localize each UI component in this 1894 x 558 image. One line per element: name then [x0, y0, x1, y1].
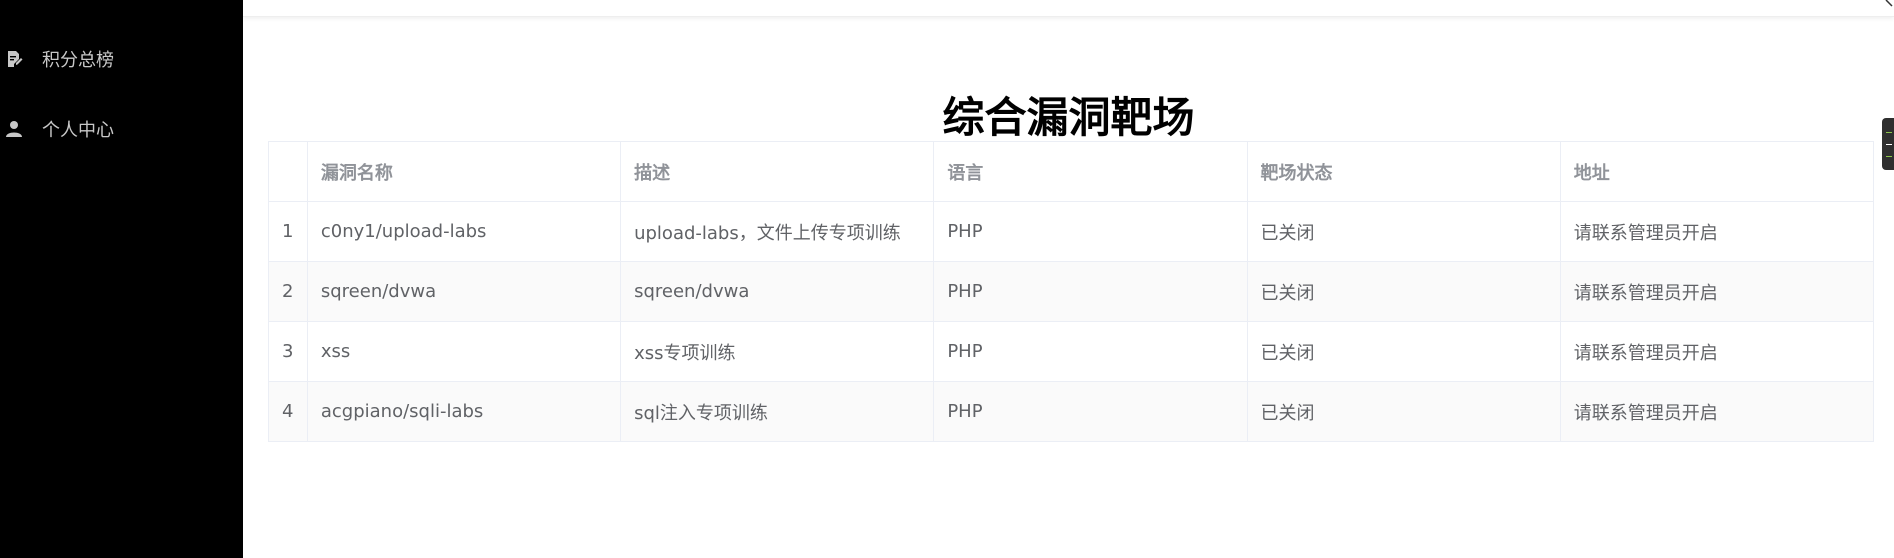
cell-description: sql注入专项训练: [620, 381, 935, 442]
table-row[interactable]: 1 c0ny1/upload-labs upload-labs，文件上传专项训练…: [268, 201, 1875, 262]
sidebar-item-profile[interactable]: 个人中心: [0, 109, 243, 149]
cell-status: 已关闭: [1246, 201, 1561, 262]
column-header-address: 地址: [1559, 141, 1875, 202]
cell-index: 2: [268, 261, 308, 322]
column-header-index: [268, 141, 308, 202]
cell-address: 请联系管理员开启: [1559, 321, 1875, 382]
column-header-language: 语言: [933, 141, 1248, 202]
cell-name: c0ny1/upload-labs: [306, 201, 622, 262]
cell-index: 1: [268, 201, 308, 262]
cell-description: xss专项训练: [620, 321, 935, 382]
cell-address: 请联系管理员开启: [1559, 261, 1875, 322]
table-row[interactable]: 3 xss xss专项训练 PHP 已关闭 请联系管理员开启: [268, 321, 1875, 382]
cell-address: 请联系管理员开启: [1559, 381, 1875, 442]
cell-description: upload-labs，文件上传专项训练: [620, 201, 935, 262]
cell-status: 已关闭: [1246, 321, 1561, 382]
close-icon[interactable]: [1878, 0, 1894, 8]
floating-toolbar-handle[interactable]: [1882, 118, 1894, 170]
cell-name: xss: [306, 321, 622, 382]
sidebar-item-leaderboard[interactable]: 积分总榜: [0, 39, 243, 79]
top-bar: [243, 0, 1894, 17]
cell-name: acgpiano/sqli-labs: [306, 381, 622, 442]
sidebar: 积分总榜 个人中心: [0, 0, 243, 558]
column-header-status: 靶场状态: [1246, 141, 1561, 202]
cell-status: 已关闭: [1246, 381, 1561, 442]
user-icon: [4, 119, 24, 139]
cell-name: sqreen/dvwa: [306, 261, 622, 322]
range-table: 漏洞名称 描述 语言 靶场状态 地址 1 c0ny1/upload-labs u…: [268, 141, 1875, 442]
cell-index: 3: [268, 321, 308, 382]
column-header-name: 漏洞名称: [306, 141, 622, 202]
cell-language: PHP: [933, 321, 1248, 382]
page-title: 综合漏洞靶场: [942, 93, 1195, 143]
cell-language: PHP: [933, 201, 1248, 262]
column-header-description: 描述: [620, 141, 935, 202]
sidebar-item-label: 个人中心: [42, 120, 114, 141]
document-edit-icon: [4, 49, 24, 69]
table-header-row: 漏洞名称 描述 语言 靶场状态 地址: [268, 141, 1875, 202]
sidebar-item-label: 积分总榜: [42, 50, 114, 71]
cell-address: 请联系管理员开启: [1559, 201, 1875, 262]
cell-status: 已关闭: [1246, 261, 1561, 322]
table-row[interactable]: 4 acgpiano/sqli-labs sql注入专项训练 PHP 已关闭 请…: [268, 381, 1875, 442]
cell-index: 4: [268, 381, 308, 442]
cell-language: PHP: [933, 381, 1248, 442]
table-row[interactable]: 2 sqreen/dvwa sqreen/dvwa PHP 已关闭 请联系管理员…: [268, 261, 1875, 322]
cell-description: sqreen/dvwa: [620, 261, 935, 322]
cell-language: PHP: [933, 261, 1248, 322]
